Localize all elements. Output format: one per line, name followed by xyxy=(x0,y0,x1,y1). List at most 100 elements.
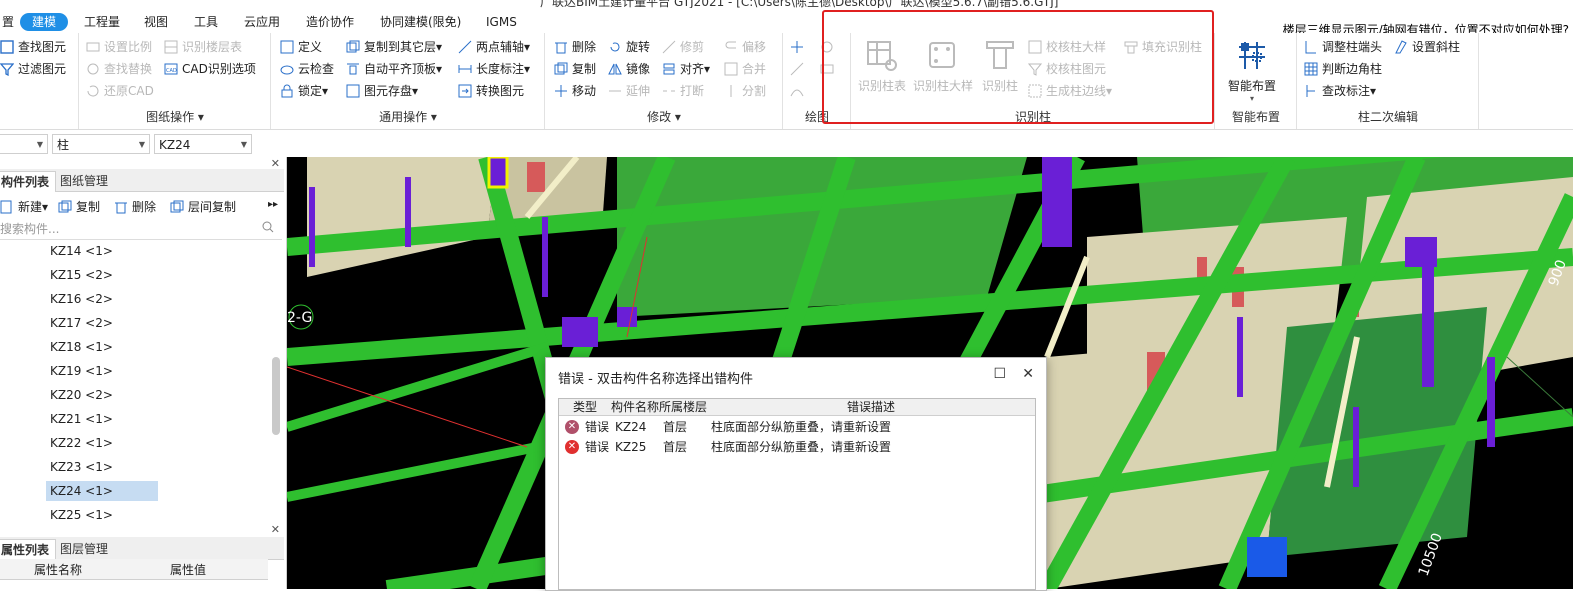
close-icon[interactable]: ✕ xyxy=(271,523,280,536)
component-search-input[interactable]: 搜索构件... xyxy=(0,219,282,240)
find-element-button[interactable]: 查找图元 xyxy=(0,37,66,57)
rotate-button[interactable]: 旋转 xyxy=(608,37,650,57)
line-draw-button[interactable] xyxy=(790,59,808,79)
list-item[interactable]: KZ22 <1> xyxy=(46,433,158,453)
tab-layer-management[interactable]: 图层管理 xyxy=(54,539,114,559)
general-ops-group-label[interactable]: 通用操作 ▾ xyxy=(272,108,544,125)
smart-layout-button[interactable]: 智能布置 ▾ xyxy=(1224,37,1280,103)
save-element-button[interactable]: 图元存盘 ▾ xyxy=(346,81,418,101)
point-draw-button[interactable] xyxy=(790,37,808,57)
tab-property-list[interactable]: 属性列表 xyxy=(0,539,57,560)
tab-quantity[interactable]: 工程量 xyxy=(80,13,124,31)
adjust-end-icon xyxy=(1305,41,1316,54)
tab-settings[interactable]: 置 xyxy=(0,13,18,31)
tab-collab-modeling[interactable]: 协同建模(限免) xyxy=(376,13,465,31)
more-icon[interactable]: ▸▸ xyxy=(268,199,278,210)
copy-button[interactable]: 复制 xyxy=(554,59,596,79)
define-button[interactable]: 定义 xyxy=(280,37,322,57)
tab-tools[interactable]: 工具 xyxy=(190,13,222,31)
fill-recognize-column-button[interactable]: 填充识别柱 xyxy=(1124,37,1202,57)
list-item[interactable]: KZ25 <1> xyxy=(46,505,158,525)
delete-component-button[interactable]: 删除 xyxy=(114,197,156,217)
table-row[interactable]: ✕ 错误 KZ25 首层 柱底面部分纵筋重叠，请重新设置 xyxy=(559,437,1035,457)
delete-button[interactable]: 删除 xyxy=(554,37,596,57)
edit-annotation-button[interactable]: 查改标注 ▾ xyxy=(1304,81,1376,101)
table-row[interactable]: ✕ 错误 KZ24 首层 柱底面部分纵筋重叠，请重新设置 xyxy=(559,417,1035,437)
component-type-select[interactable]: 柱 ▼ xyxy=(52,134,150,154)
list-item[interactable]: KZ21 <1> xyxy=(46,409,158,429)
tab-modeling[interactable]: 建模 xyxy=(20,13,69,31)
align-button[interactable]: 对齐 ▾ xyxy=(662,59,710,79)
floor-select[interactable]: ▼ xyxy=(0,134,48,154)
set-slant-column-button[interactable]: 设置斜柱 xyxy=(1394,37,1460,57)
merge-button[interactable]: 合并 xyxy=(724,59,766,79)
tab-cost-collab[interactable]: 造价协作 xyxy=(302,13,358,31)
tab-drawing-management[interactable]: 图纸管理 xyxy=(54,171,114,191)
offset-button[interactable]: 偏移 xyxy=(724,37,766,57)
cloud-check-button[interactable]: 云检查 xyxy=(280,59,334,79)
copy-to-floor-button[interactable]: 复制到其它层 ▾ xyxy=(346,37,442,57)
recognize-column-detail-button[interactable]: 识别柱大样 xyxy=(912,37,974,94)
check-column-element-button[interactable]: 校核柱图元 xyxy=(1028,59,1106,79)
dimension-icon xyxy=(458,65,472,73)
break-icon xyxy=(663,90,675,92)
general-ops-group: 定义 复制到其它层 ▾ 两点辅轴 ▾ 云检查 自动平齐顶板 ▾ 长度标注 ▾ 锁… xyxy=(272,33,545,129)
copy-component-button[interactable]: 复制 xyxy=(58,197,100,217)
modify-title: 修改 xyxy=(647,110,672,124)
list-scrollbar[interactable] xyxy=(272,357,280,435)
tab-cloud[interactable]: 云应用 xyxy=(240,13,284,31)
tab-igms[interactable]: IGMS xyxy=(482,13,521,31)
rect-draw-button[interactable] xyxy=(820,59,838,79)
filter-element-button[interactable]: 过滤图元 xyxy=(0,59,66,79)
list-item[interactable]: KZ15 <2> xyxy=(46,265,158,285)
circle-draw-button[interactable] xyxy=(820,37,838,57)
break-button[interactable]: 打断 xyxy=(662,81,704,101)
drawing-ops-group-label[interactable]: 图纸操作 ▾ xyxy=(80,108,270,125)
split-button[interactable]: 分割 xyxy=(724,81,766,101)
new-component-button[interactable]: 新建 ▾ xyxy=(0,197,48,217)
copy-between-floors-button[interactable]: 层间复制 xyxy=(170,197,236,217)
generate-column-edge-button[interactable]: 生成柱边线 ▾ xyxy=(1028,81,1112,101)
tab-component-list[interactable]: 构件列表 xyxy=(0,171,57,192)
find-replace-button[interactable]: 查找替换 xyxy=(86,59,152,79)
maximize-icon[interactable]: ☐ xyxy=(993,366,1006,382)
length-dimension-button[interactable]: 长度标注 ▾ xyxy=(458,59,530,79)
trim-button[interactable]: 修剪 xyxy=(662,37,704,57)
arc-draw-button[interactable] xyxy=(790,81,808,101)
lock-button[interactable]: 锁定 ▾ xyxy=(280,81,328,101)
list-item[interactable]: KZ23 <1> xyxy=(46,457,158,477)
list-item-selected[interactable]: KZ24 <1> xyxy=(46,481,158,501)
selected-column[interactable] xyxy=(487,157,509,189)
list-item[interactable]: KZ16 <2> xyxy=(46,289,158,309)
convert-element-button[interactable]: 转换图元 xyxy=(458,81,524,101)
adjust-column-end-button[interactable]: 调整柱端头 xyxy=(1304,37,1382,57)
judge-corner-column-label: 判断边角柱 xyxy=(1322,62,1383,76)
row-name[interactable]: KZ25 xyxy=(615,437,646,457)
restore-cad-button[interactable]: 还原CAD xyxy=(86,81,154,101)
two-point-axis-button[interactable]: 两点辅轴 ▾ xyxy=(458,37,530,57)
row-name[interactable]: KZ24 xyxy=(615,417,646,437)
check-column-detail-button[interactable]: 校核柱大样 xyxy=(1028,37,1106,57)
tab-view[interactable]: 视图 xyxy=(140,13,172,31)
find-element-label: 查找图元 xyxy=(18,40,67,54)
list-item[interactable]: KZ19 <1> xyxy=(46,361,158,381)
align-icon xyxy=(663,63,675,75)
mirror-button[interactable]: 镜像 xyxy=(608,59,650,79)
auto-align-top-button[interactable]: 自动平齐顶板 ▾ xyxy=(346,59,442,79)
close-icon[interactable]: ✕ xyxy=(1022,366,1034,382)
modify-group-label[interactable]: 修改 ▾ xyxy=(546,108,782,125)
list-item[interactable]: KZ17 <2> xyxy=(46,313,158,333)
extend-button[interactable]: 延伸 xyxy=(608,81,650,101)
recognize-floor-table-button[interactable]: 识别楼层表 xyxy=(164,37,242,57)
list-item[interactable]: KZ20 <2> xyxy=(46,385,158,405)
judge-corner-column-button[interactable]: 判断边角柱 xyxy=(1304,59,1382,79)
set-scale-button[interactable]: 设置比例 xyxy=(86,37,152,57)
cad-options-button[interactable]: CAD CAD识别选项 xyxy=(164,59,256,79)
find-icon xyxy=(0,40,14,54)
recognize-column-button[interactable]: 识别柱 xyxy=(976,37,1024,94)
list-item[interactable]: KZ18 <1> xyxy=(46,337,158,357)
list-item[interactable]: KZ14 <1> xyxy=(46,241,158,261)
move-button[interactable]: 移动 xyxy=(554,81,596,101)
component-name-select[interactable]: KZ24 ▼ xyxy=(154,134,252,154)
recognize-column-table-button[interactable]: 识别柱表 xyxy=(854,37,910,94)
